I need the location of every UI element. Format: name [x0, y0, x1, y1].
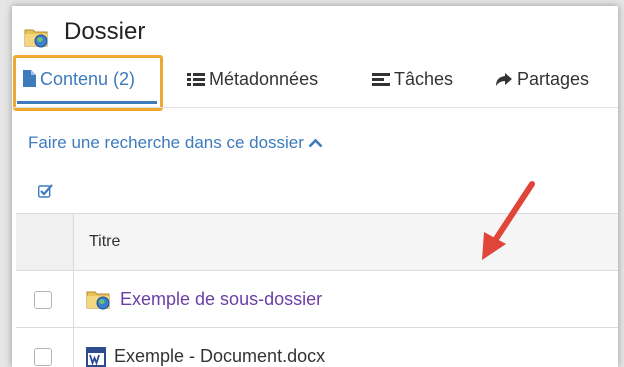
- header-checkbox-cell: [16, 214, 74, 270]
- tab-metadonnees[interactable]: Métadonnées: [187, 67, 318, 91]
- select-all-check-icon[interactable]: [37, 184, 54, 203]
- folder-globe-icon: [24, 26, 50, 53]
- table-row[interactable]: Exemple de sous-dossier: [16, 271, 618, 328]
- folder-globe-icon: [86, 291, 110, 310]
- row-title-cell: Exemple de sous-dossier: [86, 286, 322, 312]
- tab-contenu[interactable]: Contenu (2): [22, 67, 135, 91]
- tab-label: Partages: [517, 69, 590, 89]
- row-checkbox[interactable]: [34, 348, 52, 366]
- list-icon: [187, 73, 205, 86]
- search-folder-label: Faire une recherche dans ce dossier: [28, 133, 304, 152]
- annotation-arrow: [482, 181, 535, 260]
- search-folder-link[interactable]: Faire une recherche dans ce dossier: [28, 133, 323, 153]
- tab-taches[interactable]: Tâches: [372, 67, 453, 91]
- active-tab-underline: [17, 101, 157, 104]
- word-doc-icon: [86, 347, 106, 367]
- document-icon: [23, 70, 36, 87]
- chevron-up-icon: [308, 138, 323, 148]
- row-title-link[interactable]: Exemple - Document.docx: [114, 346, 325, 366]
- tabs-divider: [12, 107, 618, 108]
- column-header-titre[interactable]: Titre: [89, 233, 120, 251]
- row-checkbox-cell: [16, 328, 74, 367]
- row-title-cell: Exemple - Document.docx: [86, 343, 325, 367]
- tab-label: Tâches: [394, 69, 454, 89]
- tab-label: Contenu (2): [40, 69, 136, 89]
- tab-partages[interactable]: Partages: [495, 67, 589, 91]
- folder-panel: Dossier Contenu (2) Métadonnées Tâches P…: [12, 6, 618, 367]
- row-title-link[interactable]: Exemple de sous-dossier: [120, 289, 322, 309]
- page-title: Dossier: [64, 18, 146, 45]
- share-arrow-icon: [496, 73, 512, 86]
- tasks-icon: [372, 73, 390, 86]
- row-checkbox[interactable]: [34, 291, 52, 309]
- row-checkbox-cell: [16, 271, 74, 327]
- table-row[interactable]: Exemple - Document.docx: [16, 328, 618, 367]
- tab-label: Métadonnées: [209, 69, 319, 89]
